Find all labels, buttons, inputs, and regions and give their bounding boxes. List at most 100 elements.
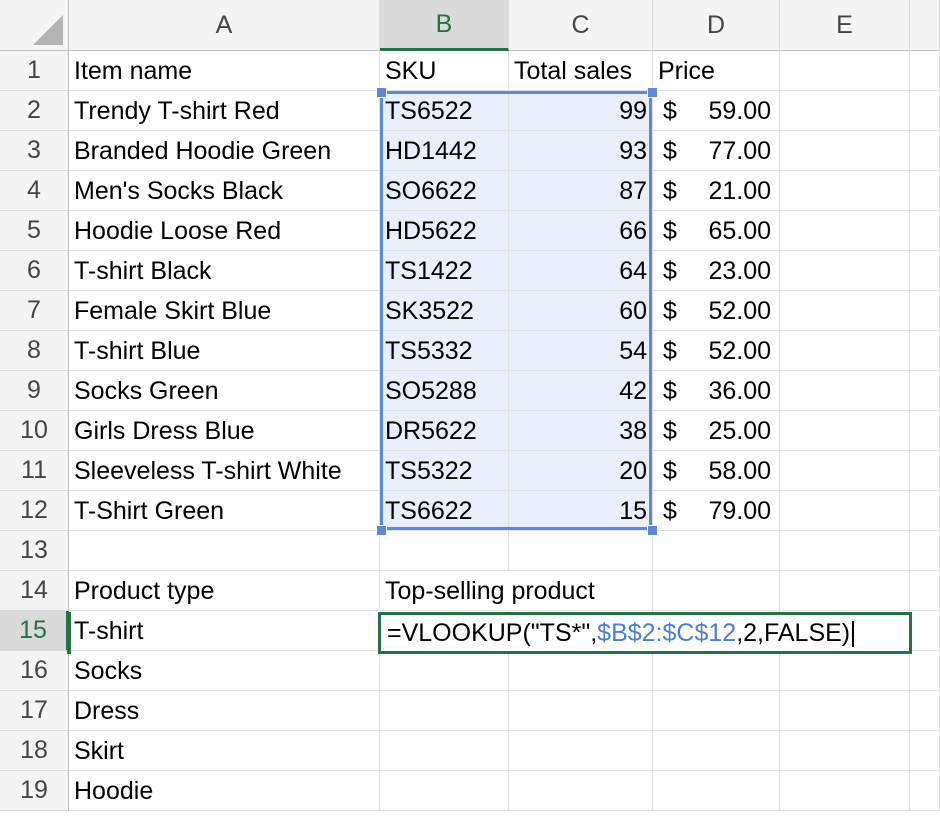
cell-E6[interactable] bbox=[780, 251, 910, 291]
range-resize-handle-bottom-left[interactable] bbox=[376, 525, 387, 536]
row-header-7[interactable]: 7 bbox=[0, 291, 69, 331]
total-sales-cell[interactable]: 38 bbox=[509, 411, 653, 451]
row-header-15[interactable]: 15 bbox=[0, 611, 69, 651]
cell-D13[interactable] bbox=[653, 531, 780, 571]
item-name-cell[interactable]: Branded Hoodie Green bbox=[69, 131, 380, 171]
cell-D19[interactable] bbox=[653, 771, 780, 811]
cell-F2[interactable] bbox=[910, 91, 940, 131]
sku-cell[interactable]: TS6522 bbox=[380, 91, 509, 131]
cell-E11[interactable] bbox=[780, 451, 910, 491]
cell-D18[interactable] bbox=[653, 731, 780, 771]
cell-F10[interactable] bbox=[910, 411, 940, 451]
cell-E4[interactable] bbox=[780, 171, 910, 211]
sku-cell[interactable]: TS1422 bbox=[380, 251, 509, 291]
price-cell[interactable]: $77.00 bbox=[653, 131, 780, 171]
cell-F8[interactable] bbox=[910, 331, 940, 371]
cell-F12[interactable] bbox=[910, 491, 940, 531]
total-sales-cell[interactable]: 60 bbox=[509, 291, 653, 331]
cell-C13[interactable] bbox=[509, 531, 653, 571]
cell-F19[interactable] bbox=[910, 771, 940, 811]
item-name-cell[interactable]: Girls Dress Blue bbox=[69, 411, 380, 451]
row-header-11[interactable]: 11 bbox=[0, 451, 69, 491]
price-cell[interactable]: $58.00 bbox=[653, 451, 780, 491]
cell-F5[interactable] bbox=[910, 211, 940, 251]
cell-F13[interactable] bbox=[910, 531, 940, 571]
cell-E12[interactable] bbox=[780, 491, 910, 531]
total-sales-cell[interactable]: 54 bbox=[509, 331, 653, 371]
price-cell[interactable]: $59.00 bbox=[653, 91, 780, 131]
range-resize-handle-bottom-right[interactable] bbox=[647, 525, 658, 536]
item-name-cell[interactable]: Socks Green bbox=[69, 371, 380, 411]
row-header-12[interactable]: 12 bbox=[0, 491, 69, 531]
sku-cell[interactable]: TS5332 bbox=[380, 331, 509, 371]
top-selling-label-cell[interactable]: Top-selling product bbox=[380, 571, 595, 611]
sku-cell[interactable]: HD1442 bbox=[380, 131, 509, 171]
cell-E17[interactable] bbox=[780, 691, 910, 731]
sku-cell[interactable]: DR5622 bbox=[380, 411, 509, 451]
row-header-10[interactable]: 10 bbox=[0, 411, 69, 451]
row-header-19[interactable]: 19 bbox=[0, 771, 69, 811]
product-type-cell[interactable]: T-shirt bbox=[69, 611, 380, 651]
cell-F18[interactable] bbox=[910, 731, 940, 771]
cell-E18[interactable] bbox=[780, 731, 910, 771]
cell-F17[interactable] bbox=[910, 691, 940, 731]
cell-C17[interactable] bbox=[509, 691, 653, 731]
cell-B13[interactable] bbox=[380, 531, 509, 571]
cell-D14[interactable] bbox=[653, 571, 780, 611]
cell-B19[interactable] bbox=[380, 771, 509, 811]
cell-E19[interactable] bbox=[780, 771, 910, 811]
cell-C19[interactable] bbox=[509, 771, 653, 811]
range-resize-handle-top-left[interactable] bbox=[376, 87, 387, 98]
price-cell[interactable]: $52.00 bbox=[653, 331, 780, 371]
total-sales-cell[interactable]: 42 bbox=[509, 371, 653, 411]
row-header-1[interactable]: 1 bbox=[0, 51, 69, 91]
cell-F14[interactable] bbox=[910, 571, 940, 611]
row-header-5[interactable]: 5 bbox=[0, 211, 69, 251]
row-header-2[interactable]: 2 bbox=[0, 91, 69, 131]
cell-B15-editor[interactable]: =VLOOKUP("TS*",$B$2:$C$12,2,FALSE) bbox=[378, 612, 912, 654]
cell-A13[interactable] bbox=[69, 531, 380, 571]
column-header-c[interactable]: C bbox=[509, 0, 653, 51]
price-cell[interactable]: $65.00 bbox=[653, 211, 780, 251]
total-sales-cell[interactable]: 99 bbox=[509, 91, 653, 131]
sku-cell[interactable]: TS6622 bbox=[380, 491, 509, 531]
cell-D17[interactable] bbox=[653, 691, 780, 731]
sku-cell[interactable]: SO5288 bbox=[380, 371, 509, 411]
cell-F16[interactable] bbox=[910, 651, 940, 691]
row-header-17[interactable]: 17 bbox=[0, 691, 69, 731]
cell-E13[interactable] bbox=[780, 531, 910, 571]
row-header-18[interactable]: 18 bbox=[0, 731, 69, 771]
header-cell-total-sales[interactable]: Total sales bbox=[509, 51, 653, 91]
select-all-corner[interactable] bbox=[0, 0, 69, 51]
price-cell[interactable]: $23.00 bbox=[653, 251, 780, 291]
cell-F6[interactable] bbox=[910, 251, 940, 291]
cell-E5[interactable] bbox=[780, 211, 910, 251]
price-cell[interactable]: $36.00 bbox=[653, 371, 780, 411]
item-name-cell[interactable]: Hoodie Loose Red bbox=[69, 211, 380, 251]
cell-E2[interactable] bbox=[780, 91, 910, 131]
range-resize-handle-top-right[interactable] bbox=[647, 87, 658, 98]
row-header-4[interactable]: 4 bbox=[0, 171, 69, 211]
sku-cell[interactable]: TS5322 bbox=[380, 451, 509, 491]
cell-F3[interactable] bbox=[910, 131, 940, 171]
price-cell[interactable]: $79.00 bbox=[653, 491, 780, 531]
column-header-b[interactable]: B bbox=[380, 0, 509, 51]
cell-F1[interactable] bbox=[910, 51, 940, 91]
cell-E10[interactable] bbox=[780, 411, 910, 451]
row-header-13[interactable]: 13 bbox=[0, 531, 69, 571]
cell-F4[interactable] bbox=[910, 171, 940, 211]
cell-E8[interactable] bbox=[780, 331, 910, 371]
column-header-f-partial[interactable] bbox=[910, 0, 940, 51]
cell-B17[interactable] bbox=[380, 691, 509, 731]
cell-D16[interactable] bbox=[653, 651, 780, 691]
item-name-cell[interactable]: Men's Socks Black bbox=[69, 171, 380, 211]
product-type-cell[interactable]: Socks bbox=[69, 651, 380, 691]
sku-cell[interactable]: SK3522 bbox=[380, 291, 509, 331]
cell-C16[interactable] bbox=[509, 651, 653, 691]
total-sales-cell[interactable]: 20 bbox=[509, 451, 653, 491]
cell-F7[interactable] bbox=[910, 291, 940, 331]
item-name-cell[interactable]: T-Shirt Green bbox=[69, 491, 380, 531]
total-sales-cell[interactable]: 64 bbox=[509, 251, 653, 291]
cell-E14[interactable] bbox=[780, 571, 910, 611]
item-name-cell[interactable]: T-shirt Blue bbox=[69, 331, 380, 371]
